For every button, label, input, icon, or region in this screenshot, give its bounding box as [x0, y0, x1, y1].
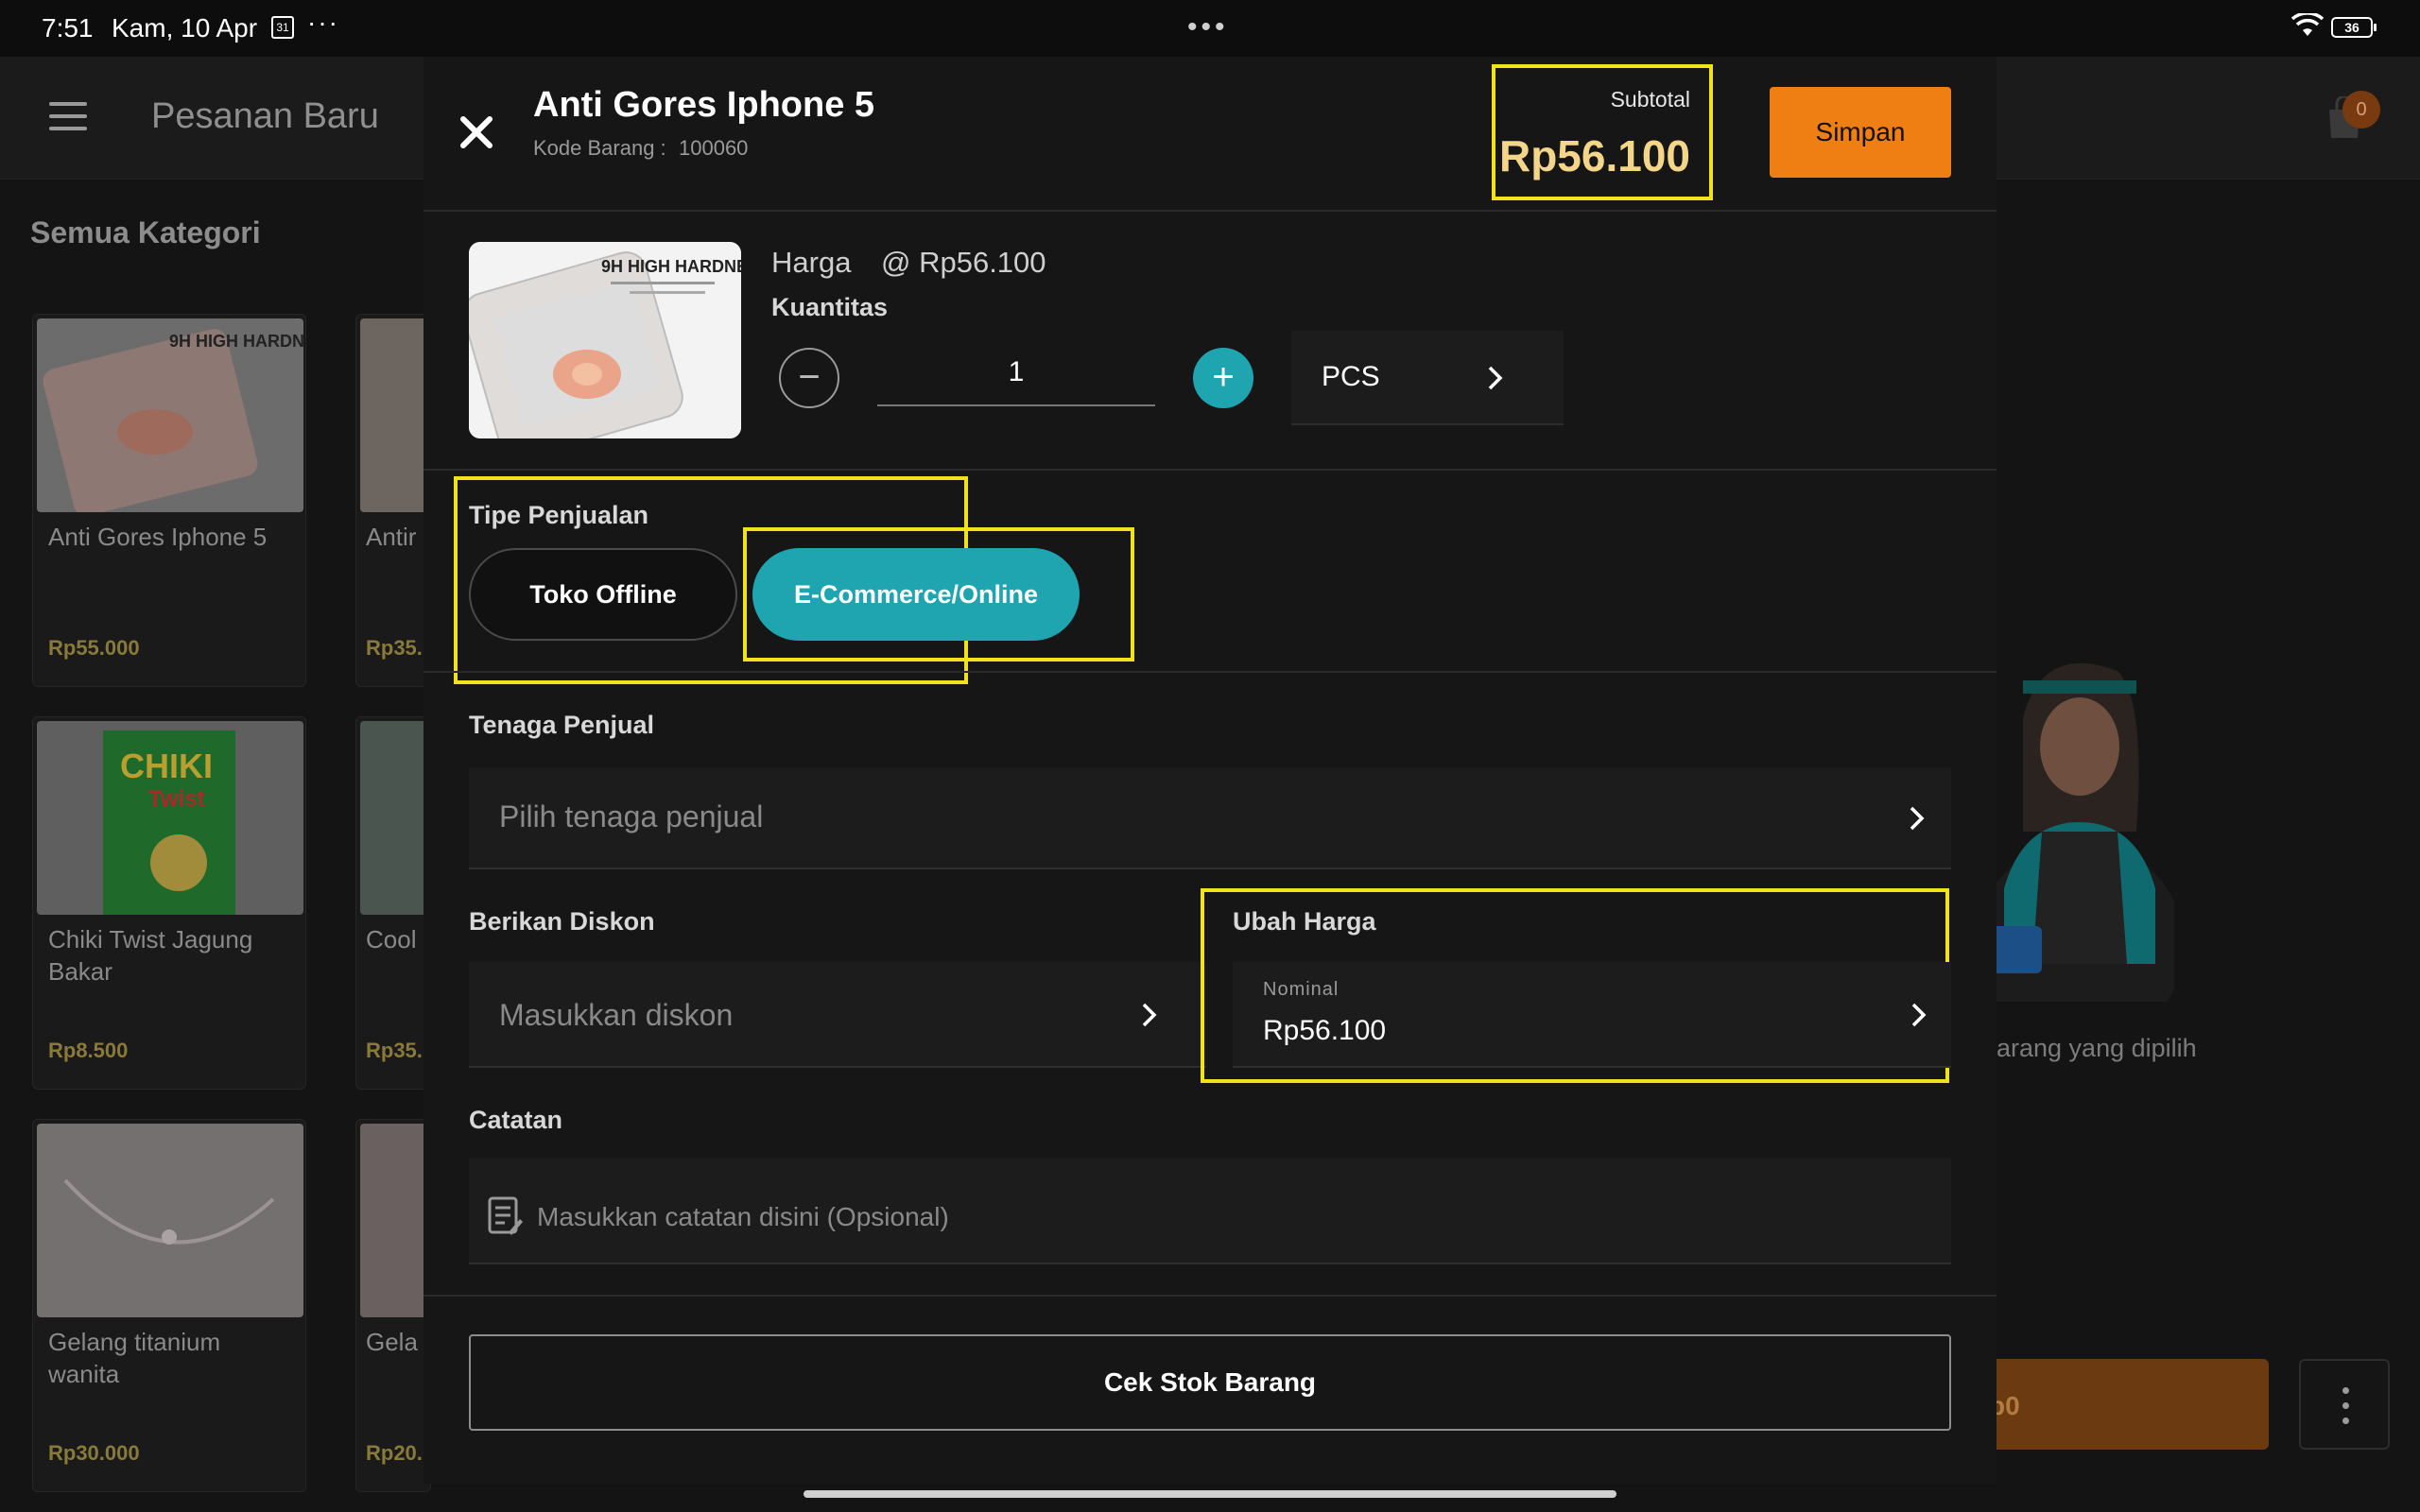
product-card[interactable]: 9H HIGH HARDNESS Anti Gores Iphone 5 Rp5… — [32, 314, 306, 687]
svg-text:9H HIGH HARDNESS: 9H HIGH HARDNESS — [169, 332, 303, 351]
product-image — [360, 1124, 430, 1317]
product-price: Rp30.000 — [48, 1441, 140, 1465]
product-name: Chiki Twist Jagung Bakar — [48, 925, 253, 986]
discount-placeholder: Masukkan diskon — [499, 998, 734, 1032]
nominal-price-field[interactable]: Nominal Rp56.100 — [1233, 962, 1951, 1068]
product-title: Anti Gores Iphone 5 — [533, 85, 875, 125]
chevron-right-icon — [1910, 806, 1925, 831]
product-card[interactable]: Gela Rp20. — [355, 1119, 431, 1492]
nominal-label: Nominal — [1263, 979, 1340, 1000]
product-price: Rp35. — [366, 636, 423, 660]
sales-type-label: Tipe Penjualan — [469, 501, 649, 529]
divider — [424, 469, 1996, 471]
save-button[interactable]: Simpan — [1770, 87, 1951, 178]
offline-store-option[interactable]: Toko Offline — [469, 548, 737, 641]
note-input[interactable]: Masukkan catatan disini (Opsional) — [469, 1159, 1951, 1264]
nominal-value: Rp56.100 — [1263, 1015, 1387, 1046]
product-image — [37, 1124, 303, 1317]
product-name: Gelang titanium wanita — [48, 1328, 221, 1388]
discount-select[interactable]: Masukkan diskon — [469, 962, 1206, 1068]
product-price: Rp55.000 — [48, 636, 140, 660]
product-name: Cool — [366, 925, 417, 954]
subtotal-box: Subtotal Rp56.100 — [1492, 64, 1713, 200]
battery-icon: 36 — [2331, 17, 2377, 38]
price-value: @ Rp56.100 — [881, 246, 1046, 279]
product-name: Gela — [366, 1328, 418, 1356]
status-bar: 7:51 Kam, 10 Apr 31 ··· ••• 36 — [0, 0, 2420, 57]
category-title: Semua Kategori — [30, 215, 261, 249]
svg-text:CHIKI: CHIKI — [120, 747, 213, 785]
quantity-input[interactable] — [877, 340, 1155, 406]
price-change-label: Ubah Harga — [1233, 907, 1376, 936]
product-card[interactable]: CHIKI Twist Chiki Twist Jagung Bakar Rp8… — [32, 716, 306, 1090]
multitask-dots-icon[interactable]: ••• — [1187, 11, 1229, 43]
quantity-label: Kuantitas — [771, 293, 889, 321]
product-card[interactable]: Gelang titanium wanita Rp30.000 — [32, 1119, 306, 1492]
status-time: 7:51 — [42, 13, 94, 43]
chevron-right-icon — [1488, 366, 1503, 390]
svg-text:Twist: Twist — [148, 786, 205, 812]
subtotal-label: Subtotal — [1610, 87, 1690, 112]
unit-value: PCS — [1322, 361, 1380, 392]
note-label: Catatan — [469, 1106, 563, 1134]
chevron-right-icon — [1142, 1003, 1157, 1027]
product-image — [360, 721, 430, 915]
chevron-right-icon — [1911, 1003, 1927, 1027]
check-stock-button[interactable]: Cek Stok Barang — [469, 1334, 1951, 1431]
note-placeholder: Masukkan catatan disini (Opsional) — [537, 1202, 949, 1231]
subtotal-value: Rp56.100 — [1498, 131, 1690, 180]
cart-count-badge: 0 — [2342, 91, 2380, 129]
divider — [424, 671, 1996, 673]
product-card[interactable]: Antir Rp35. — [355, 314, 431, 687]
more-notifications-icon: ··· — [307, 8, 339, 37]
seller-select[interactable]: Pilih tenaga penjual — [469, 767, 1951, 869]
decrease-quantity-button[interactable]: − — [779, 348, 839, 408]
product-price: Rp20. — [366, 1441, 423, 1465]
empty-cart-text: arang yang dipilih — [1996, 1034, 2197, 1062]
product-card[interactable]: Cool Rp35. — [355, 716, 431, 1090]
calendar-icon: 31 — [271, 16, 294, 39]
ecommerce-option[interactable]: E-Commerce/Online — [752, 548, 1080, 641]
unit-select[interactable]: PCS — [1291, 331, 1564, 425]
increase-quantity-button[interactable]: + — [1193, 348, 1253, 408]
seller-label: Tenaga Penjual — [469, 711, 655, 739]
status-date: Kam, 10 Apr — [112, 13, 258, 43]
divider — [424, 1295, 1996, 1297]
empty-cart-illustration — [1985, 662, 2174, 1002]
product-image: CHIKI Twist — [37, 721, 303, 915]
product-code-value: 100060 — [679, 136, 749, 160]
product-name: Anti Gores Iphone 5 — [48, 523, 268, 551]
product-image: 9H HIGH HARDNESS — [37, 318, 305, 516]
close-icon[interactable] — [458, 113, 495, 151]
menu-icon[interactable] — [49, 102, 87, 130]
product-price: Rp8.500 — [48, 1039, 129, 1062]
product-price: Rp35. — [366, 1039, 423, 1062]
price-label: Harga — [771, 246, 852, 279]
product-image — [360, 318, 430, 512]
product-name: Antir — [366, 523, 417, 551]
page-title: Pesanan Baru — [151, 96, 379, 136]
more-options-button[interactable] — [2299, 1359, 2390, 1450]
product-code-label: Kode Barang : — [533, 136, 666, 160]
seller-placeholder: Pilih tenaga penjual — [499, 799, 764, 833]
note-icon — [488, 1196, 523, 1235]
discount-label: Berikan Diskon — [469, 907, 655, 936]
product-thumbnail: 9H HIGH HARDNESS — [469, 242, 741, 438]
wifi-icon — [2291, 13, 2324, 36]
modal-header: Anti Gores Iphone 5 Kode Barang : 100060… — [424, 57, 1996, 212]
product-detail-modal: Anti Gores Iphone 5 Kode Barang : 100060… — [424, 57, 1996, 1484]
pay-button[interactable] — [1985, 1359, 2269, 1450]
home-indicator[interactable] — [804, 1490, 1616, 1498]
thumbnail-caption: 9H HIGH HARDNESS — [601, 257, 741, 276]
